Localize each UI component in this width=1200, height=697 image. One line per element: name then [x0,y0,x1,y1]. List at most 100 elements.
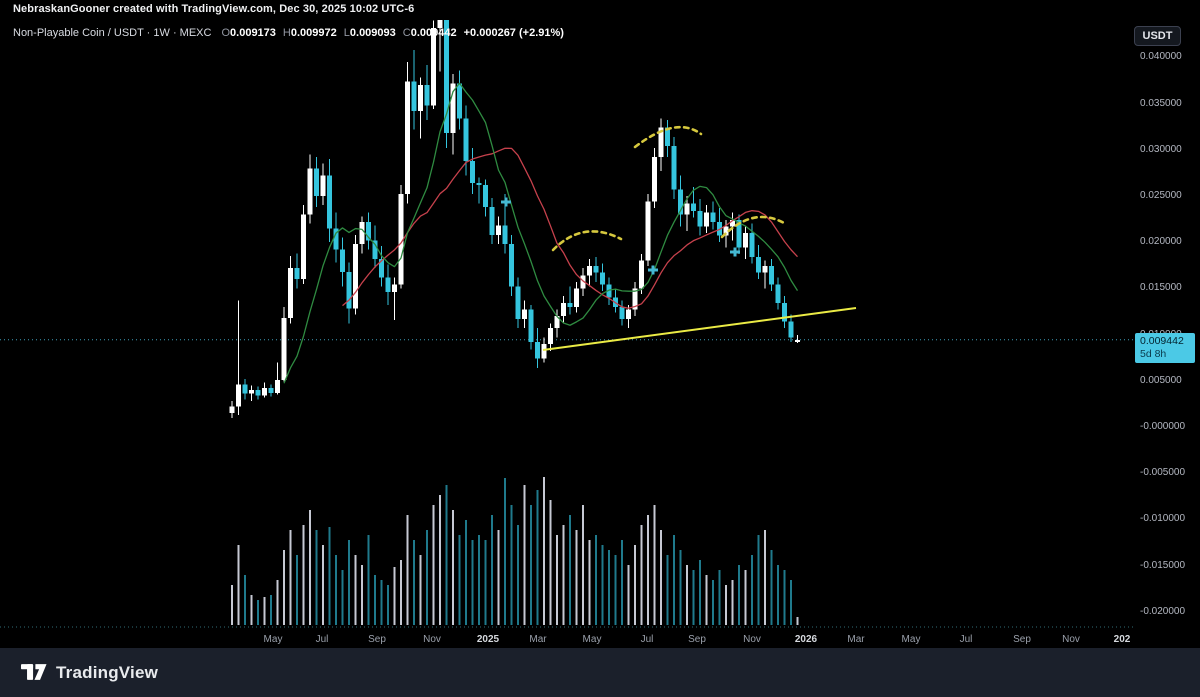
volume-bar [497,530,500,625]
time-axis-month-label: Nov [423,634,441,645]
volume-bar [627,565,630,625]
time-axis-month-label: Mar [529,634,547,645]
volume-bar [770,550,773,625]
candle-down [483,184,488,208]
volume-bar [413,540,415,625]
price-axis-label: 0.015000 [1140,282,1182,294]
candle-down [255,390,261,396]
volume-bar [361,565,363,625]
time-axis-month-label: Mar [847,634,865,645]
candle-up [359,221,365,245]
volume-bar [549,500,552,625]
price-axis-label: 0.025000 [1140,190,1182,201]
volume-bar [406,515,409,625]
volume-bar [653,505,656,625]
candle-up [431,27,436,106]
candle-up [281,317,287,380]
volume-bar [536,490,539,625]
candle-up [229,406,235,414]
volume-bar [588,540,591,625]
volume-bar [764,530,766,625]
candle-up [548,328,553,344]
volume-bar [796,617,799,625]
volume-bar [387,585,389,625]
tradingview-chart-snapshot: NebraskanGooner created with TradingView… [0,0,1200,697]
volume-bar [458,535,461,625]
candle-down [294,268,300,280]
trendline-drawing[interactable] [542,306,857,352]
candle-down [782,303,787,322]
candle-down [470,160,475,184]
candle-up [541,343,547,359]
volume-bar [263,597,266,625]
volume-bar [276,580,279,625]
time-axis-year-label: 2026 [794,634,818,645]
volume-bar [257,600,259,625]
volume-bar [692,570,695,625]
candle-down [242,384,248,394]
time-axis[interactable]: May Jul Sep Nov 2025 Mar May Jul Sep Nov 2026 Mar Ma… [0,630,1133,648]
candle-up [561,303,566,317]
candle-down [424,85,430,106]
volume-bar [517,525,519,625]
current-price-tag: 0.009442 5d 8h [1135,332,1195,363]
candle-down [749,232,755,257]
chart-area[interactable]: Non-Playable Coin / USDT · 1W · MEXC O 0.… [0,20,1133,648]
candle-up [795,339,800,343]
volume-bar [465,520,467,625]
volume-bar [374,575,376,625]
candle-down [769,266,774,285]
ohlc-pair: C 0.009442 [402,27,457,39]
current-price-value: 0.009442 [1140,334,1184,347]
time-axis-year-label: 2025 [476,634,500,645]
candle-up [392,284,397,293]
volume-bar [322,545,324,625]
time-axis-month-label: Nov [1062,634,1080,645]
candle-down [327,175,332,229]
volume-bar [673,535,675,625]
candle-up [652,157,657,202]
volume-bar [244,575,246,625]
candle-down [710,212,716,222]
volume-bar [543,477,545,625]
ohlc-pair: O 0.009173 [221,27,276,39]
volume-bar [582,505,584,625]
candle-down [567,303,573,307]
plus-marker[interactable] [648,265,658,275]
candlestick-chart[interactable] [0,20,1133,648]
volume-bar [432,505,435,625]
volume-bar [348,540,350,625]
tradingview-wordmark: TradingView [56,662,159,682]
volume-bar [400,560,402,625]
volume-bar [445,485,448,625]
price-axis-label: 0.035000 [1140,97,1182,109]
candle-down [457,83,462,119]
candle-down [775,284,781,304]
volume-bar [751,555,753,625]
candle-down [411,81,417,111]
arc-annotation[interactable] [551,230,623,252]
candle-up [236,384,241,407]
volume-bar [478,535,480,625]
volume-bar [315,530,318,625]
candle-up [626,309,631,319]
slow-ma-line [342,147,798,309]
candle-up [496,225,501,235]
candle-up [249,390,254,394]
volume-bar [614,555,617,625]
candle-down [515,286,521,319]
price-axis[interactable]: -0.020000 -0.015000 -0.010000 -0.005000 -0.0… [1133,20,1200,648]
volume-bar [731,580,734,625]
time-axis-month-label: Jul [959,634,973,645]
volume-bar [380,580,383,625]
volume-bar [738,565,740,625]
symbol-title: Non-Playable Coin / USDT · 1W · MEXC [13,27,212,39]
candle-up [762,266,768,273]
candle-up [704,212,709,227]
time-axis-month-label: May [901,634,921,645]
currency-toggle-button[interactable]: USDT [1134,26,1181,46]
time-axis-month-label: May [582,634,602,645]
volume-bar [504,478,506,625]
candle-up [262,388,267,396]
candle-down [691,203,696,211]
